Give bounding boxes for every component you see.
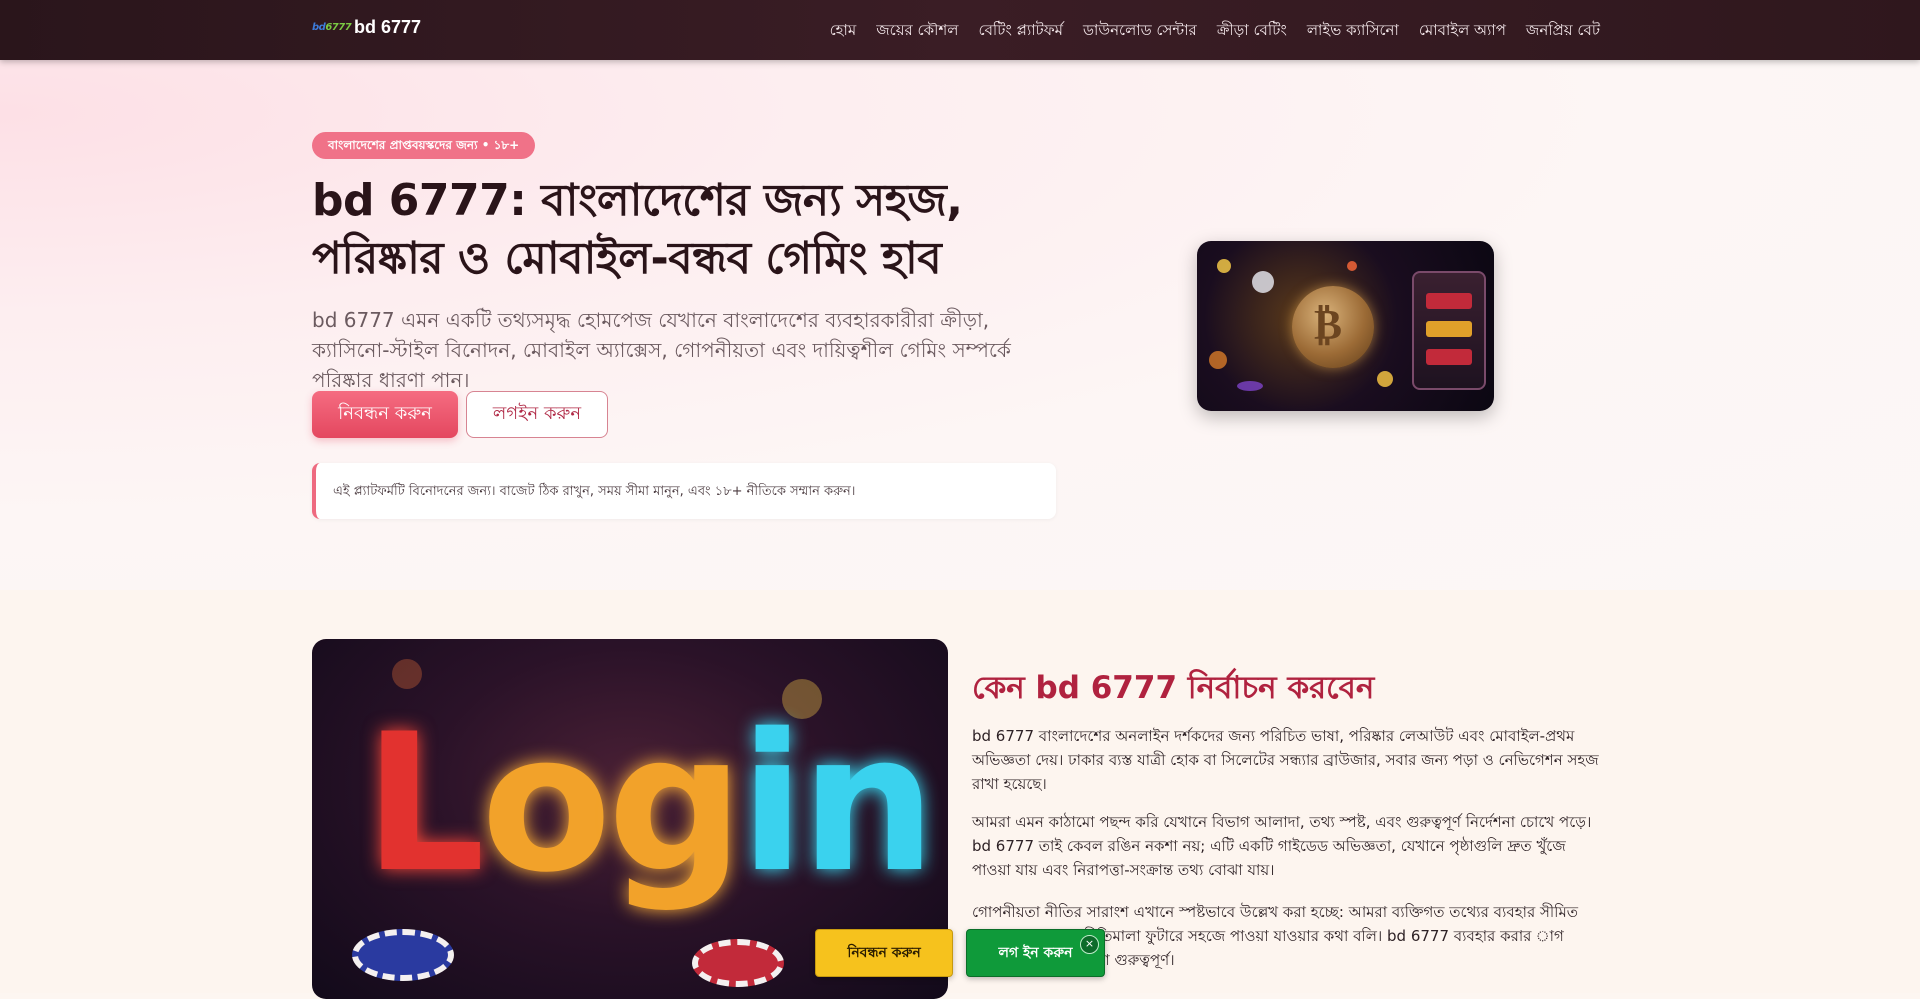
notice-text: এই প্ল্যাটফর্মটি বিনোদনের জন্য। বাজেট ঠি… — [333, 484, 856, 499]
nav-link-sports-betting[interactable]: ক্রীড়া বেটিং — [1217, 19, 1287, 44]
why-paragraph-2: আমরা এমন কাঠামো পছন্দ করি যেখানে বিভাগ আ… — [972, 813, 1592, 879]
nav-link-popular-bets[interactable]: জনপ্রিয় বেট — [1526, 19, 1600, 44]
nav-link-download-center[interactable]: ডাউনলোড সেন্টার — [1083, 19, 1197, 44]
nav-link-betting-platform[interactable]: বেটিং প্ল্যাটফর্ম — [978, 19, 1063, 44]
top-navigation-bar: bd6777 bd 6777 হোম জয়ের কৌশল বেটিং প্ল্… — [0, 0, 1920, 60]
hero-description: bd 6777 এমন একটি তথ্যসমৃদ্ধ হোমপেজ যেখান… — [312, 308, 1011, 392]
main-nav: হোম জয়ের কৌশল বেটিং প্ল্যাটফর্ম ডাউনলোড… — [830, 19, 1600, 44]
why-choose-section — [0, 590, 1920, 993]
nav-link-winning-tips[interactable]: জয়ের কৌশল — [876, 19, 958, 44]
nav-link-live-casino[interactable]: লাইভ ক্যাসিনো — [1307, 19, 1399, 44]
login-neon-text: Login — [364, 693, 936, 914]
nav-link-mobile-app[interactable]: মোবাইল অ্যাপ — [1419, 19, 1506, 44]
brand-link[interactable]: bd6777 bd 6777 — [312, 17, 421, 38]
nav-link-home[interactable]: হোম — [830, 19, 857, 44]
brand-logo: bd6777 — [312, 21, 352, 33]
responsible-gaming-notice: এই প্ল্যাটফর্মটি বিনোদনের জন্য। বাজেট ঠি… — [312, 463, 1056, 519]
close-icon[interactable]: × — [1080, 935, 1099, 954]
register-button[interactable]: নিবন্ধন করুন — [312, 391, 458, 438]
age-badge: বাংলাদেশের প্রাপ্তবয়স্কদের জন্য • ১৮+ — [312, 132, 536, 159]
sticky-register-button[interactable]: নিবন্ধন করুন — [815, 929, 953, 977]
bitcoin-slot-machine-image: ₿ — [1197, 241, 1494, 411]
login-button[interactable]: লগইন করুন — [466, 391, 608, 438]
bitcoin-coin: ₿ — [1292, 286, 1374, 368]
hero-title: bd 6777: বাংলাদেশের জন্য সহজ, পরিষ্কার ও… — [312, 175, 963, 284]
why-choose-title: কেন bd 6777 নির্বাচন করবেন — [972, 670, 1375, 706]
why-paragraph-1: bd 6777 বাংলাদেশের অনলাইন দর্শকদের জন্য … — [972, 727, 1599, 793]
slot-machine — [1412, 271, 1486, 390]
brand-name: bd 6777 — [354, 17, 422, 37]
